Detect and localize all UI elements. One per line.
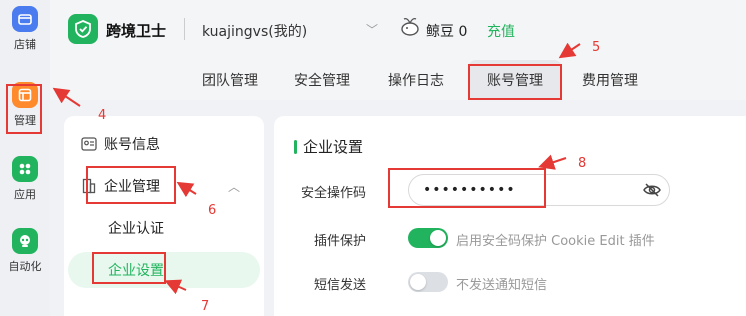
rail-label-store: 店铺 <box>14 38 36 51</box>
side-menu: 账号信息 企业管理 ︿ 企业认证 企业设置 <box>64 116 264 316</box>
tab-logs[interactable]: 操作日志 <box>376 60 456 100</box>
tab-team[interactable]: 团队管理 <box>190 60 270 100</box>
section-accent-bar <box>294 139 297 154</box>
tab-billing[interactable]: 费用管理 <box>570 60 650 100</box>
annotation-box-5 <box>468 64 562 100</box>
rail-item-store[interactable]: 店铺 <box>3 6 47 52</box>
brand-name: 跨境卫士 <box>106 22 167 40</box>
brand-logo <box>68 14 98 44</box>
app-window: 店铺 管理 应用 自动化 跨境卫士 kuajingvs(我的) ﹀ 鲸豆 0 充… <box>0 0 746 316</box>
settings-panel: 企业设置 安全操作码 •••••••••• 插件保护 启用安全码保护 Cooki… <box>274 116 746 316</box>
rail-label-automation: 自动化 <box>8 260 42 273</box>
plugin-protect-toggle[interactable] <box>408 228 448 248</box>
header-divider <box>184 18 185 40</box>
menu-enterprise-cert[interactable]: 企业认证 <box>68 210 260 246</box>
recharge-link[interactable]: 充值 <box>487 21 515 41</box>
annotation-number-7: 7 <box>201 299 210 314</box>
annotation-number-4: 4 <box>98 108 107 123</box>
annotation-box-4 <box>6 84 42 134</box>
menu-account-info-label: 账号信息 <box>104 137 160 153</box>
annotation-box-8 <box>388 168 546 208</box>
left-rail: 店铺 管理 应用 自动化 <box>0 0 50 316</box>
top-header: 跨境卫士 kuajingvs(我的) ﹀ 鲸豆 0 充值 团队管理 安全管理 操… <box>50 0 746 100</box>
chevron-up-icon[interactable]: ︿ <box>228 178 240 195</box>
rail-label-apps: 应用 <box>14 188 36 201</box>
apps-icon <box>12 156 38 182</box>
menu-account-info[interactable]: 账号信息 <box>64 126 264 162</box>
top-tabs: 团队管理 安全管理 操作日志 账号管理 费用管理 <box>50 60 746 100</box>
sms-toggle[interactable] <box>408 272 448 292</box>
toggle-knob <box>430 230 446 246</box>
annotation-number-6: 6 <box>208 203 217 218</box>
section-title-text: 企业设置 <box>303 138 364 156</box>
rail-item-automation[interactable]: 自动化 <box>3 228 47 274</box>
robot-icon <box>12 228 38 254</box>
sms-text: 不发送通知短信 <box>456 278 548 293</box>
store-icon <box>12 6 38 32</box>
annotation-number-8: 8 <box>578 156 587 171</box>
rail-item-apps[interactable]: 应用 <box>3 156 47 202</box>
annotation-box-7 <box>92 252 166 284</box>
annotation-number-5: 5 <box>592 40 601 55</box>
tab-security[interactable]: 安全管理 <box>282 60 362 100</box>
section-title: 企业设置 <box>294 136 363 157</box>
plugin-protect-text: 启用安全码保护 Cookie Edit 插件 <box>456 234 655 249</box>
chevron-down-icon[interactable]: ﹀ <box>366 21 378 38</box>
account-switcher[interactable]: kuajingvs(我的) <box>202 21 307 41</box>
sms-label: 短信发送 <box>313 278 366 293</box>
eye-off-icon[interactable] <box>643 182 661 198</box>
security-code-label: 安全操作码 <box>300 186 366 201</box>
plugin-protect-label: 插件保护 <box>313 234 366 249</box>
whale-bean-icon <box>401 17 419 36</box>
annotation-box-6 <box>86 166 176 204</box>
id-card-icon <box>80 135 98 153</box>
toggle-knob <box>410 274 426 290</box>
bean-balance: 鲸豆 0 <box>426 24 468 40</box>
